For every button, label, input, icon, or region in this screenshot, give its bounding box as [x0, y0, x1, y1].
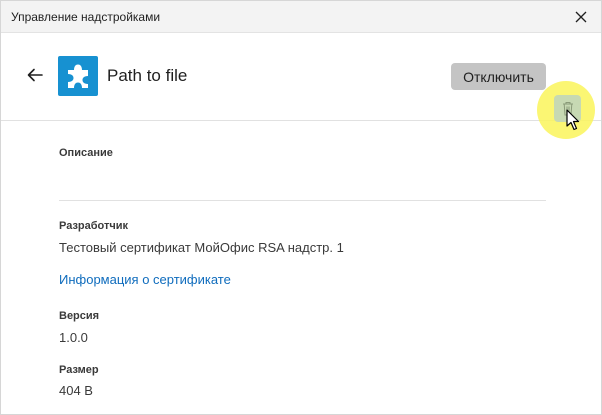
size-value: 404 B: [59, 383, 93, 398]
close-icon: [575, 11, 587, 23]
disable-button[interactable]: Отключить: [451, 63, 546, 90]
window-title: Управление надстройками: [11, 10, 161, 24]
certificate-info-link[interactable]: Информация о сертификате: [59, 272, 231, 287]
title-bar: Управление надстройками: [1, 1, 601, 33]
description-label: Описание: [59, 147, 113, 159]
addin-logo: [58, 56, 98, 96]
version-label: Версия: [59, 310, 100, 322]
mouse-pointer-icon: [566, 109, 580, 131]
addins-window: Управление надстройками Path to file Отк…: [0, 0, 602, 415]
arrow-left-icon: [27, 68, 43, 82]
addin-header: Path to file Отключить: [1, 33, 601, 139]
section-divider: [59, 200, 546, 201]
addin-name: Path to file: [107, 66, 188, 85]
version-value: 1.0.0: [59, 330, 88, 345]
puzzle-piece-icon: [68, 64, 88, 88]
back-button[interactable]: [23, 63, 47, 87]
developer-value: Тестовый сертификат МойОфис RSA надстр. …: [59, 240, 344, 255]
developer-label: Разработчик: [59, 220, 129, 232]
close-button[interactable]: [569, 5, 593, 29]
size-label: Размер: [59, 364, 99, 376]
